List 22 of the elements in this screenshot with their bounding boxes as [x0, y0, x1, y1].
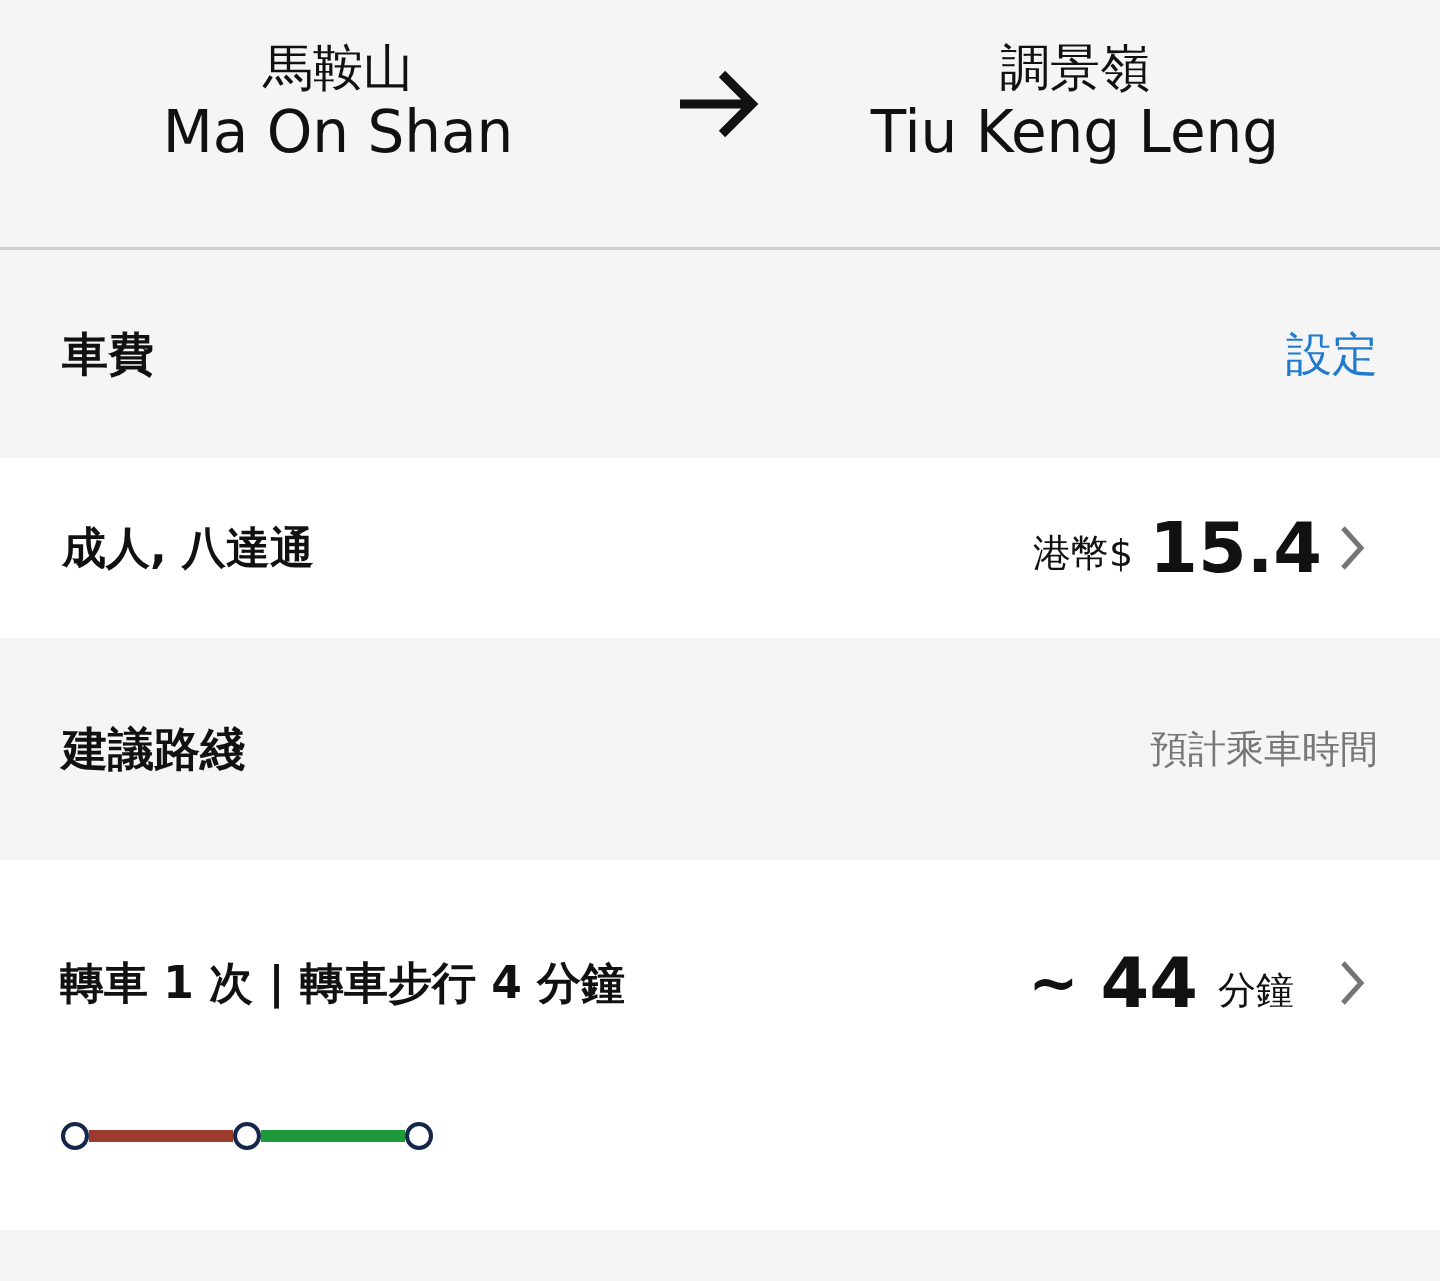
station-marker-icon [61, 1122, 89, 1150]
approx-sign: ~ [1028, 947, 1079, 1020]
station-name-chinese: 馬鞍山 [263, 38, 413, 98]
currency-label: 港幣$ [1033, 529, 1134, 577]
fare-amount: 15.4 [1149, 513, 1322, 583]
route-summary: 轉車 1 次 | 轉車步行 4 分鐘 [60, 956, 626, 1011]
travel-time-label: 預計乘車時間 [1150, 725, 1378, 773]
section-title: 建議路綫 [62, 720, 246, 778]
settings-link[interactable]: 設定 [1286, 319, 1378, 389]
fare-row[interactable]: 成人, 八達通 港幣$ 15.4 [0, 458, 1440, 638]
station-marker-icon [405, 1122, 433, 1150]
route-card[interactable]: 轉車 1 次 | 轉車步行 4 分鐘 ~ 44 分鐘 [0, 860, 1440, 1230]
duration-unit: 分鐘 [1218, 966, 1294, 1014]
ticket-type: 成人, 八達通 [62, 521, 315, 575]
chevron-right-icon [1338, 959, 1366, 1007]
section-title: 車費 [62, 325, 154, 383]
duration-value: 44 [1100, 948, 1198, 1018]
station-marker-icon [233, 1122, 261, 1150]
station-name-english: Tiu Keng Leng [870, 98, 1280, 168]
station-name-english: Ma On Shan [162, 98, 514, 168]
chevron-right-icon [1338, 524, 1366, 572]
station-name-chinese: 調景嶺 [1000, 38, 1150, 98]
